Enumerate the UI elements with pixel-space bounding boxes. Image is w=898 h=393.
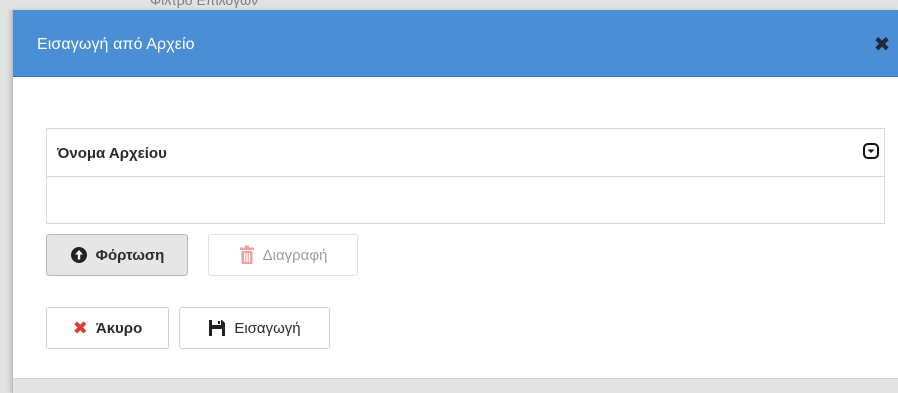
files-grid: Όνομα Αρχείου <box>46 128 885 224</box>
dialog-titlebar: Εισαγωγή από Αρχείο ✖ <box>13 10 898 77</box>
column-header-filename[interactable]: Όνομα Αρχείου <box>57 145 167 162</box>
x-icon: ✖ <box>72 317 88 338</box>
insert-button-label: Εισαγωγή <box>234 319 301 337</box>
dialog-footer <box>13 378 898 393</box>
upload-button[interactable]: Φόρτωση <box>46 234 188 276</box>
cancel-button-label: Άκυρο <box>95 319 143 337</box>
close-icon[interactable]: ✖ <box>871 33 893 56</box>
upload-button-label: Φόρτωση <box>95 246 165 264</box>
background-label: Φίλτρο Επιλογών <box>150 0 259 8</box>
delete-button[interactable]: Διαγραφή <box>208 234 358 276</box>
delete-button-label: Διαγραφή <box>262 246 328 264</box>
trash-icon <box>239 245 255 265</box>
grid-header: Όνομα Αρχείου <box>47 129 884 177</box>
column-menu-icon[interactable] <box>862 142 880 160</box>
save-icon <box>208 319 226 337</box>
dialog-title: Εισαγωγή από Αρχείο <box>37 36 195 53</box>
import-from-file-dialog: Εισαγωγή από Αρχείο ✖ Όνομα Αρχείου Φόρτ… <box>12 10 898 393</box>
cancel-button[interactable]: ✖ Άκυρο <box>46 307 169 349</box>
upload-circle-icon <box>70 246 88 264</box>
grid-empty-row <box>47 177 884 223</box>
insert-button[interactable]: Εισαγωγή <box>179 307 330 349</box>
